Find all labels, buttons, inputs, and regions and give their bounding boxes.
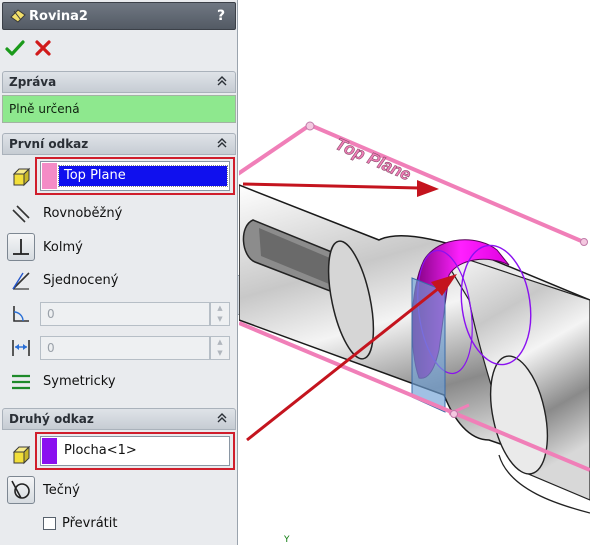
- plane-name-label: Top Plane: [332, 134, 413, 184]
- graphics-viewport[interactable]: Top Plane: [227, 0, 590, 545]
- parallel-icon: [12, 205, 30, 223]
- parallel-button[interactable]: [7, 200, 35, 228]
- first-reference-title: První odkaz: [9, 137, 89, 151]
- message-group-header[interactable]: Zpráva: [2, 71, 236, 93]
- tangent-label: Tečný: [43, 483, 80, 498]
- cancel-button[interactable]: [33, 38, 53, 61]
- perpendicular-button[interactable]: [7, 233, 35, 261]
- callout-arrow-top-plane: [242, 180, 439, 197]
- collapse-icon[interactable]: [215, 74, 229, 88]
- parallel-label: Rovnoběžný: [43, 206, 123, 221]
- angle-input[interactable]: 0: [40, 302, 210, 326]
- feature-plane-icon: [9, 7, 27, 29]
- first-reference-item[interactable]: Top Plane: [58, 165, 228, 187]
- second-reference-selection-box[interactable]: Plocha<1>: [40, 436, 230, 466]
- first-reference-header[interactable]: První odkaz: [2, 133, 236, 155]
- message-group-title: Zpráva: [9, 75, 57, 89]
- second-reference-title: Druhý odkaz: [9, 412, 94, 426]
- perpendicular-label: Kolmý: [43, 240, 83, 255]
- reference-color-swatch: [42, 438, 57, 464]
- flip-checkbox[interactable]: [43, 517, 56, 530]
- tangent-icon: [11, 480, 30, 499]
- symmetric-label: Symetricky: [43, 374, 116, 389]
- face-selection-icon: [7, 441, 35, 469]
- second-reference-header[interactable]: Druhý odkaz: [2, 408, 236, 430]
- coincident-button[interactable]: [7, 267, 35, 295]
- reference-color-swatch: [42, 163, 57, 189]
- coincident-icon: [12, 272, 30, 290]
- second-reference-item[interactable]: Plocha<1>: [59, 441, 142, 461]
- symmetric-button[interactable]: [7, 368, 35, 396]
- distance-spinner[interactable]: ▲ ▼: [210, 336, 230, 360]
- property-manager-header: Rovina2 ?: [2, 2, 236, 30]
- perpendicular-icon: [13, 239, 29, 255]
- face-selection-icon: [7, 163, 35, 191]
- ok-icon: [5, 40, 25, 56]
- distance-input[interactable]: 0: [40, 336, 210, 360]
- ok-button[interactable]: [5, 38, 25, 61]
- cancel-icon: [35, 40, 51, 56]
- feature-title: Rovina2: [29, 9, 88, 24]
- property-manager: Rovina2 ? Zpráva Plně určená První odkaz: [0, 0, 238, 545]
- status-message: Plně určená: [2, 95, 236, 123]
- distance-button[interactable]: [7, 334, 35, 362]
- tangent-button[interactable]: [7, 476, 35, 504]
- symmetric-icon: [12, 374, 30, 390]
- angle-icon: [13, 306, 29, 322]
- angle-button[interactable]: [7, 300, 35, 328]
- distance-icon: [12, 340, 30, 356]
- collapse-icon[interactable]: [215, 136, 229, 150]
- angle-spinner[interactable]: ▲ ▼: [210, 302, 230, 326]
- flip-label: Převrátit: [62, 516, 118, 531]
- first-reference-selection-box[interactable]: Top Plane: [40, 161, 230, 191]
- help-icon[interactable]: ?: [213, 7, 229, 25]
- collapse-icon[interactable]: [215, 411, 229, 425]
- coincident-label: Sjednocený: [43, 273, 119, 288]
- axis-y-label: Y: [284, 535, 290, 545]
